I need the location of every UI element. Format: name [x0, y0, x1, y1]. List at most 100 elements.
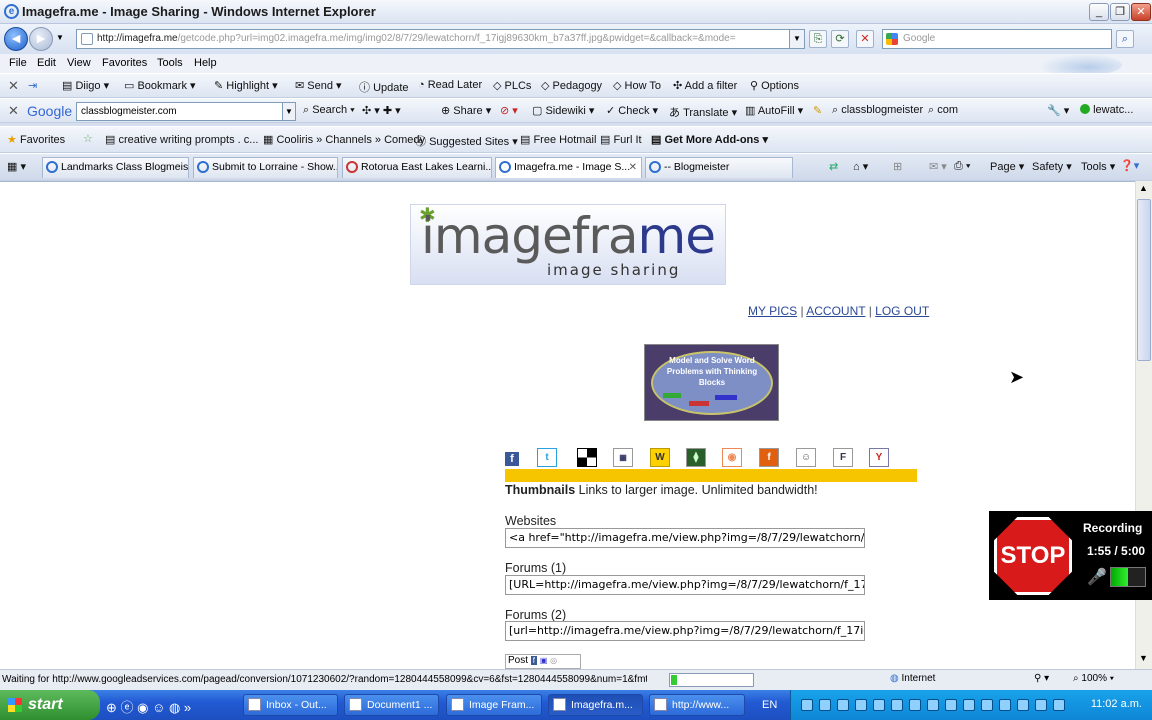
print-icon[interactable]: ⎙ ▾	[954, 160, 970, 173]
page-menu[interactable]: Page ▾	[990, 160, 1024, 173]
options-button[interactable]: ⚲ Options	[750, 79, 799, 92]
post-button[interactable]: Post f ▣ ◎	[505, 654, 581, 669]
task-imagefra-me[interactable]: Imagefra.m...	[548, 694, 643, 716]
compat-view-icon[interactable]: ⎘	[809, 30, 827, 48]
translate-button[interactable]: あ Translate ▾	[669, 104, 737, 120]
safety-menu[interactable]: Safety ▾	[1032, 160, 1072, 173]
clock[interactable]: 11:02 a.m.	[1091, 698, 1142, 710]
tray-icon[interactable]	[873, 699, 885, 711]
menu-favorites[interactable]: Favorites	[102, 57, 147, 69]
tray-icon[interactable]	[981, 699, 993, 711]
tab-submit-lorraine[interactable]: Submit to Lorraine - Show...	[193, 157, 338, 178]
help-icon[interactable]: ❓▾	[1120, 159, 1139, 172]
stop-icon[interactable]: ✕	[856, 30, 874, 48]
maximize-button[interactable]: ❐	[1110, 3, 1130, 21]
search-input[interactable]: Google	[882, 29, 1112, 49]
fav-creative-writing[interactable]: ▤ creative writing prompts . c...	[105, 133, 258, 146]
tray-icon[interactable]	[945, 699, 957, 711]
tray-icon[interactable]	[1053, 699, 1065, 711]
address-bar[interactable]: http://imagefra.me/getcode.php?url=img02…	[76, 29, 805, 49]
facebook-icon[interactable]: f	[505, 452, 519, 466]
forward-button[interactable]: ►	[29, 27, 53, 51]
google-search-input[interactable]: classblogmeister.com ▼	[76, 102, 296, 121]
tray-icon[interactable]	[801, 699, 813, 711]
refresh-icon[interactable]: ⟳	[831, 30, 849, 48]
task-document1[interactable]: Document1 ...	[344, 694, 439, 716]
tab-landmarks[interactable]: Landmarks Class Blogmeister	[42, 157, 189, 178]
google-search-button[interactable]: ⌕ Search ▾	[303, 104, 355, 117]
task-image-frame[interactable]: Image Fram...	[446, 694, 542, 716]
buzz-icon[interactable]: ⧫	[686, 448, 706, 467]
quick-tabs-icon[interactable]: ▦ ▾	[7, 160, 26, 173]
image-preview[interactable]: Model and Solve Word Problems with Think…	[644, 344, 779, 421]
twitter-icon[interactable]: t	[537, 448, 557, 467]
howto-tag[interactable]: ◇ How To	[613, 79, 661, 92]
fav-furl-it[interactable]: ▤ Furl It	[600, 133, 642, 146]
favorites-button[interactable]: ★ Favorites	[7, 133, 65, 146]
sidewiki-button[interactable]: ▢ Sidewiki ▾	[532, 104, 594, 117]
back-button[interactable]: ◄	[4, 27, 28, 51]
forums1-code-field[interactable]: [URL=http://imagefra.me/view.php?img=/8/…	[505, 575, 865, 595]
scroll-up-icon[interactable]: ▲	[1139, 183, 1148, 193]
tray-icon[interactable]	[999, 699, 1011, 711]
add-filter-button[interactable]: ✣ Add a filter	[673, 79, 737, 92]
mail-icon[interactable]: ✉ ▾	[929, 160, 947, 173]
tray-icon[interactable]	[837, 699, 849, 711]
send-button[interactable]: ✉ Send ▾	[295, 79, 342, 92]
tab-blogmeister[interactable]: -- Blogmeister	[645, 157, 793, 178]
check-button[interactable]: ✓ Check ▾	[606, 104, 658, 117]
update-button[interactable]: ⓘ Update	[359, 79, 409, 95]
delicious-icon[interactable]	[577, 448, 597, 467]
tray-icon[interactable]	[855, 699, 867, 711]
internet-zone[interactable]: ◍ Internet	[890, 673, 935, 684]
plcs-tag[interactable]: ◇ PLCs	[493, 79, 531, 92]
menu-edit[interactable]: Edit	[37, 57, 56, 69]
history-dropdown-icon[interactable]: ▼	[56, 33, 64, 42]
google-brand[interactable]: Google	[27, 103, 72, 119]
stumbleupon-icon[interactable]: ◉	[722, 448, 742, 467]
diigo-button[interactable]: ▤ Diigo ▾	[62, 79, 109, 92]
account-link[interactable]: ACCOUNT	[806, 304, 865, 318]
home-icon[interactable]: ⌂ ▾	[853, 160, 868, 173]
term-com[interactable]: ⌕ com	[928, 104, 958, 117]
feeds-icon[interactable]: ⊞	[893, 160, 902, 173]
zoom-control[interactable]: ⌕ 100% ▾	[1073, 673, 1114, 684]
close-toolbar-icon[interactable]: ✕	[8, 78, 19, 94]
minimize-button[interactable]: _	[1089, 3, 1109, 21]
tab-rotorua[interactable]: Rotorua East Lakes Learni...	[342, 157, 492, 178]
menu-view[interactable]: View	[67, 57, 91, 69]
task-inbox-outlook[interactable]: Inbox - Out...	[243, 694, 338, 716]
language-indicator[interactable]: EN	[762, 699, 777, 711]
rss-feeds-icon[interactable]: ⇄	[829, 160, 838, 173]
close-google-toolbar-icon[interactable]: ✕	[8, 103, 19, 119]
scroll-down-icon[interactable]: ▼	[1139, 653, 1148, 663]
tray-icon[interactable]	[963, 699, 975, 711]
tools-menu[interactable]: Tools ▾	[1081, 160, 1115, 173]
add-favorite-icon[interactable]: ☆	[83, 132, 93, 145]
get-addons-button[interactable]: ▤ Get More Add-ons ▾	[651, 133, 768, 146]
digg-icon[interactable]: ▦	[613, 448, 633, 467]
pedagogy-tag[interactable]: ◇ Pedagogy	[541, 79, 602, 92]
search-icon[interactable]: ⌕	[1116, 30, 1134, 48]
fav-free-hotmail[interactable]: ▤ Free Hotmail	[520, 133, 596, 146]
tray-icon[interactable]	[927, 699, 939, 711]
quicklaunch-icons[interactable]: ⊕ ⓔ ◉ ☺ ◍ »	[106, 697, 191, 716]
tray-icon[interactable]	[891, 699, 903, 711]
tab-imageframe[interactable]: Imagefra.me - Image S... ✕	[495, 157, 642, 178]
highlight-button[interactable]: ✎ Highlight ▾	[214, 79, 278, 92]
close-window-button[interactable]: ✕	[1131, 3, 1151, 21]
share-button[interactable]: ⊕ Share ▾	[441, 104, 491, 117]
fav-cooliris[interactable]: ▦ Cooliris » Channels » Comedy	[263, 133, 425, 146]
reddit-icon[interactable]: ☺	[796, 448, 816, 467]
tray-icon[interactable]	[909, 699, 921, 711]
stop-recording-button[interactable]: STOP	[994, 517, 1072, 595]
term-classblogmeister[interactable]: ⌕ classblogmeister	[832, 104, 923, 117]
wrench-icon[interactable]: 🔧 ▾	[1047, 104, 1069, 117]
bookmark-button[interactable]: ▭ Bookmark ▾	[124, 79, 196, 92]
address-dropdown-icon[interactable]: ▼	[789, 29, 805, 49]
tray-icon[interactable]	[819, 699, 831, 711]
fark-icon[interactable]: f	[759, 448, 779, 467]
task-http[interactable]: http://www...	[649, 694, 745, 716]
google-account[interactable]: lewatc...	[1080, 104, 1133, 116]
popup-blocker-icon[interactable]: ⊘ ▾	[500, 104, 518, 117]
